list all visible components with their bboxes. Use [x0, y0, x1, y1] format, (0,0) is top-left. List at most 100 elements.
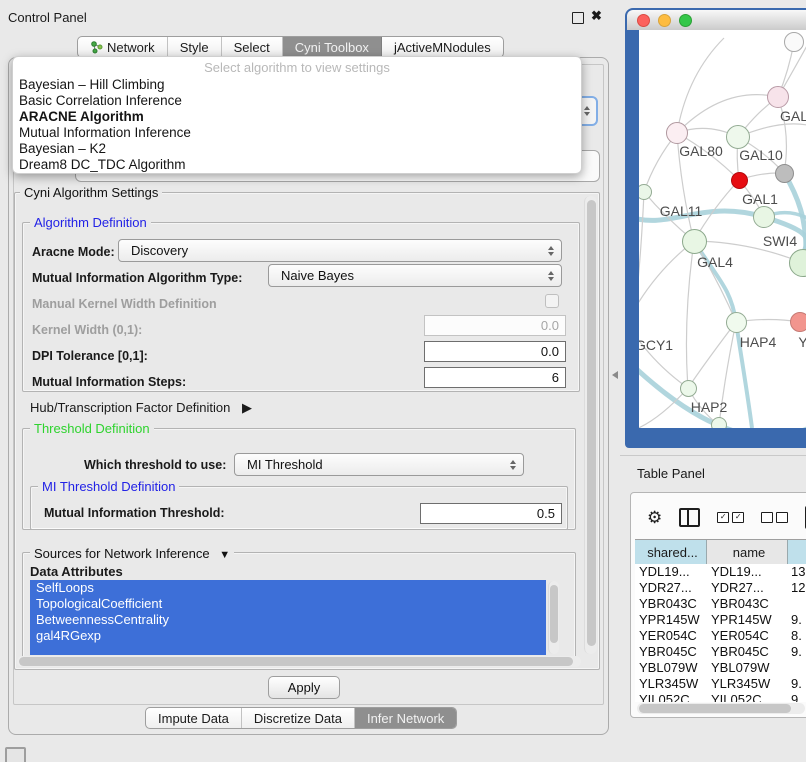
table-cell[interactable]: YBR045C — [707, 644, 788, 660]
tab-jactivemnodules[interactable]: jActiveMNodules — [382, 37, 503, 57]
node-gal4[interactable] — [682, 229, 707, 254]
network-window-titlebar[interactable] — [627, 10, 806, 30]
table-cell[interactable]: 9. — [788, 676, 806, 692]
tab-network[interactable]: Network — [78, 37, 168, 57]
table-cell[interactable]: YDL19... — [707, 564, 788, 580]
table-cell[interactable]: YPR145W — [707, 612, 788, 628]
table-row[interactable]: YPR145WYPR145W9. — [635, 612, 806, 628]
table-cell[interactable]: 9. — [788, 692, 806, 702]
close-traffic-light-icon[interactable] — [637, 14, 650, 27]
tab-cyni-toolbox[interactable]: Cyni Toolbox — [283, 37, 382, 57]
table-hscrollbar-thumb[interactable] — [639, 704, 791, 713]
table-cell[interactable]: YBL079W — [707, 660, 788, 676]
table-cell[interactable]: 13 — [788, 564, 806, 580]
attribute-item-partial[interactable] — [30, 644, 546, 655]
aracne-mode-combo[interactable]: Discovery — [118, 239, 562, 262]
settings-gear-icon[interactable]: ⚙ — [647, 509, 662, 526]
zoom-traffic-light-icon[interactable] — [679, 14, 692, 27]
node-gal10[interactable] — [726, 125, 750, 149]
table-cell[interactable] — [788, 660, 806, 676]
minimize-traffic-light-icon[interactable] — [658, 14, 671, 27]
algorithm-option-mutual-information-inference[interactable]: Mutual Information Inference — [13, 125, 581, 141]
attribute-item-betweennesscentrality[interactable]: BetweennessCentrality — [30, 612, 546, 628]
mi-steps-field[interactable]: 6 — [424, 367, 566, 388]
table-row[interactable]: YBR043CYBR043C — [635, 596, 806, 612]
node-gal1[interactable] — [731, 172, 748, 189]
table-cell[interactable]: 12 — [788, 580, 806, 596]
node-swi4[interactable] — [753, 206, 775, 228]
tab-style[interactable]: Style — [168, 37, 222, 57]
table-row[interactable]: YER054CYER054C8. — [635, 628, 806, 644]
column-header-name[interactable]: name — [707, 540, 788, 565]
table-row[interactable]: YLR345WYLR345W9. — [635, 676, 806, 692]
attributes-scrollbar-thumb[interactable] — [550, 585, 558, 643]
mi-threshold-field[interactable]: 0.5 — [420, 503, 562, 524]
network-canvas[interactable]: GALGAL80GAL10GAL1GAL11SWI4GAL4GCY1HAP4YH… — [639, 30, 806, 428]
dpi-tolerance-field[interactable]: 0.0 — [424, 341, 566, 362]
column-header-partial[interactable] — [788, 540, 806, 565]
table-cell[interactable]: YBR043C — [707, 596, 788, 612]
which-threshold-combo[interactable]: MI Threshold — [234, 453, 524, 476]
table-cell[interactable]: YIL052C — [707, 692, 788, 702]
table-rows: YDL19...YDL19...13YDR27...YDR27...12YBR0… — [635, 564, 806, 702]
table-cell[interactable]: 8. — [788, 628, 806, 644]
node-hap4[interactable] — [726, 312, 747, 333]
table-cell[interactable]: YDR27... — [707, 580, 788, 596]
node-gal[interactable] — [767, 86, 789, 108]
tab-select[interactable]: Select — [222, 37, 283, 57]
algorithm-option-aracne-algorithm[interactable]: ARACNE Algorithm — [13, 109, 581, 125]
node-hap2[interactable] — [680, 380, 697, 397]
settings-vscrollbar-thumb[interactable] — [587, 200, 596, 646]
table-cell[interactable]: YIL052C — [635, 692, 707, 702]
node-y[interactable] — [790, 312, 806, 332]
table-row[interactable]: YBR045CYBR045C9. — [635, 644, 806, 660]
table-cell[interactable]: YLR345W — [707, 676, 788, 692]
node-unlabeled[interactable] — [775, 164, 794, 183]
table-row[interactable]: YDL19...YDL19...13 — [635, 564, 806, 580]
float-window-icon[interactable] — [572, 12, 584, 24]
algorithm-definition-title: Algorithm Definition — [30, 215, 151, 230]
hub-definition-toggle[interactable]: Hub/Transcription Factor Definition ▶ — [30, 400, 252, 416]
table-cell[interactable]: YLR345W — [635, 676, 707, 692]
tab-discretize-data[interactable]: Discretize Data — [242, 708, 355, 728]
node-unlabeled[interactable] — [789, 249, 806, 277]
table-cell[interactable]: 9. — [788, 612, 806, 628]
table-cell[interactable]: YDL19... — [635, 564, 707, 580]
apply-button[interactable]: Apply — [268, 676, 340, 699]
table-row[interactable]: YIL052CYIL052C9. — [635, 692, 806, 702]
deselect-all-columns-icon[interactable] — [761, 512, 788, 523]
node-unlabeled[interactable] — [711, 417, 727, 428]
algorithm-option-dream8-dc-tdc-algorithm[interactable]: Dream8 DC_TDC Algorithm — [13, 157, 581, 173]
tab-impute-data[interactable]: Impute Data — [146, 708, 242, 728]
table-cell[interactable]: YER054C — [635, 628, 707, 644]
table-cell[interactable]: YBR043C — [635, 596, 707, 612]
close-icon[interactable]: ✖ — [591, 8, 602, 24]
table-cell[interactable]: YPR145W — [635, 612, 707, 628]
algorithm-option-bayesian-k2[interactable]: Bayesian – K2 — [13, 141, 581, 157]
splitter-arrow-icon[interactable] — [612, 371, 618, 379]
mi-algorithm-type-combo[interactable]: Naive Bayes — [268, 264, 562, 287]
column-layout-icon[interactable] — [679, 508, 700, 527]
sources-title[interactable]: Sources for Network Inference ▼ — [30, 546, 234, 561]
attribute-item-selfloops[interactable]: SelfLoops — [30, 580, 546, 596]
algorithm-option-bayesian-hill-climbing[interactable]: Bayesian – Hill Climbing — [13, 77, 581, 93]
collapsed-panel-icon[interactable] — [5, 747, 26, 762]
table-cell[interactable]: YDR27... — [635, 580, 707, 596]
attribute-item-topologicalcoefficient[interactable]: TopologicalCoefficient — [30, 596, 546, 612]
column-header-shared[interactable]: shared... — [635, 540, 707, 565]
node-gal80[interactable] — [666, 122, 688, 144]
table-row[interactable]: YBL079WYBL079W — [635, 660, 806, 676]
node-gal11[interactable] — [639, 184, 652, 200]
table-cell[interactable]: 9. — [788, 644, 806, 660]
table-row[interactable]: YDR27...YDR27...12 — [635, 580, 806, 596]
table-cell[interactable]: YBR045C — [635, 644, 707, 660]
settings-hscrollbar-thumb[interactable] — [19, 657, 573, 666]
select-all-columns-icon[interactable]: ✓ ✓ — [717, 512, 744, 523]
attribute-item-gal4rgexp[interactable]: gal4RGexp — [30, 628, 546, 644]
table-cell[interactable] — [788, 596, 806, 612]
node-unlabeled[interactable] — [784, 32, 804, 52]
table-cell[interactable]: YER054C — [707, 628, 788, 644]
algorithm-option-basic-correlation-inference[interactable]: Basic Correlation Inference — [13, 93, 581, 109]
table-cell[interactable]: YBL079W — [635, 660, 707, 676]
tab-infer-network[interactable]: Infer Network — [355, 708, 456, 728]
